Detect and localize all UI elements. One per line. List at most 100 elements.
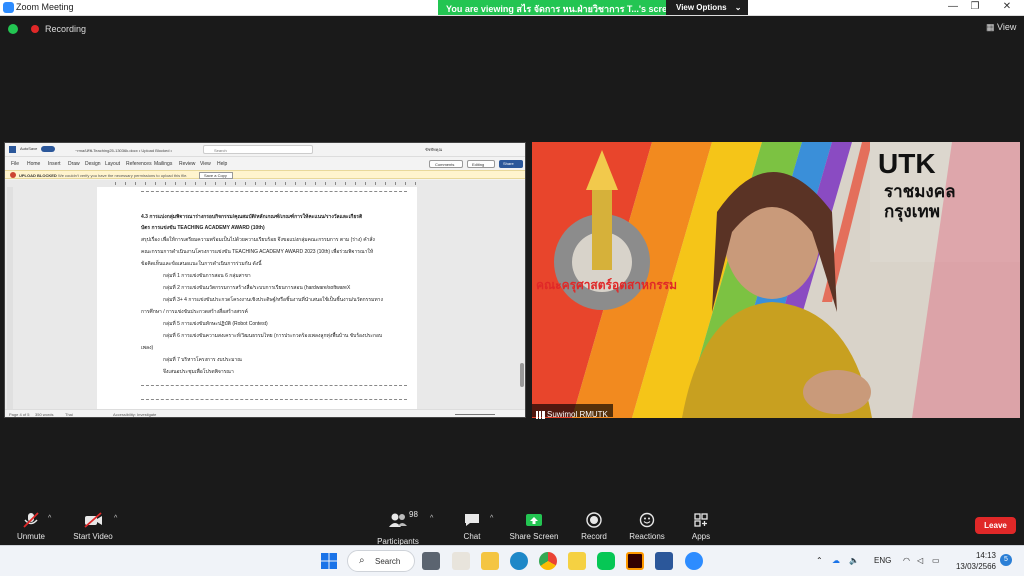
share-screen-icon (526, 514, 542, 526)
window-title: Zoom Meeting (16, 2, 74, 12)
taskbar-search-label: Search (375, 557, 401, 566)
status-words: 350 words (35, 412, 54, 417)
notification-badge[interactable]: 5 (1000, 554, 1012, 566)
close-icon[interactable]: ✕ (1000, 1, 1014, 12)
document-area: 4.3 การแบ่งกลุ่มพิจารณาร่างกรอบกิจกรรม/ค… (5, 187, 525, 411)
windows-taskbar: ⌕ Search ⌃ ☁ 🔈 ENG ◠ ◁ ▭ 14:13 13/03/256… (0, 545, 1024, 576)
ribbon-tab-file[interactable]: File (11, 161, 19, 167)
unmute-label: Unmute (16, 532, 45, 541)
editing-button[interactable]: Editing (467, 160, 495, 168)
taskbar-search[interactable]: ⌕ Search (347, 550, 415, 572)
speaker-icon[interactable]: ◁ (917, 556, 923, 565)
doc-line: บัตร การแข่งขัน TEACHING ACADEMY AWARD (… (141, 225, 265, 231)
minimize-icon[interactable]: — (946, 1, 960, 12)
language-indicator[interactable]: ENG (874, 556, 891, 565)
audio-options-caret[interactable]: ^ (48, 515, 51, 522)
participants-options-caret[interactable]: ^ (430, 515, 433, 522)
doc-line: กลุ่มที่ 5 การแข่งขันทักษะปฏิบัติ (Robot… (163, 321, 268, 327)
dashed-divider (141, 385, 407, 386)
comments-button[interactable]: Comments (429, 160, 463, 168)
error-icon (10, 172, 16, 178)
doc-line: เพลง) (141, 345, 154, 351)
viewing-text: You are viewing สไร จัดการ หน.ฝ่ายวิชากา… (446, 4, 678, 14)
doc-line: กลุ่มที่ 1 การแข่งขันการสอน 6 กลุ่มสาขา (163, 273, 251, 279)
reactions-icon (639, 512, 655, 528)
ribbon-tab-layout[interactable]: Layout (105, 161, 120, 167)
doc-line: การศึกษา / การแข่งขันประกวดสร้างสื่อสร้า… (141, 309, 248, 315)
status-accessibility[interactable]: Accessibility: Investigate (113, 412, 156, 417)
maximize-icon[interactable]: ❐ (968, 1, 982, 12)
taskbar-clock[interactable]: 14:13 13/03/2566 (952, 550, 996, 572)
save-copy-button[interactable]: Save a Copy (199, 172, 233, 179)
ribbon-tab-help[interactable]: Help (217, 161, 227, 167)
ribbon-tab-design[interactable]: Design (85, 161, 101, 167)
ribbon-tab-view[interactable]: View (200, 161, 211, 167)
document-page[interactable]: 4.3 การแบ่งกลุ่มพิจารณาร่างกรอบกิจกรรม/ค… (97, 187, 417, 411)
autosave-label: AutoSave (20, 146, 38, 151)
apps-button[interactable]: Apps (666, 512, 736, 541)
document-scrollbar[interactable] (520, 363, 524, 387)
apps-icon (694, 513, 708, 527)
chevron-up-icon[interactable]: ⌃ (816, 556, 823, 565)
doc-line: คณะกรรมการดำเนินงานโครงการแข่งขัน TEACHI… (141, 249, 374, 255)
file-explorer-icon[interactable] (481, 552, 499, 570)
start-video-button[interactable]: Start Video (58, 512, 128, 541)
apps-label: Apps (691, 532, 711, 541)
security-shield-icon[interactable] (8, 24, 18, 34)
zoom-app-icon (3, 2, 14, 13)
word-title-bar: AutoSave ~rma/เทพ-Teaching25-13036k.docx… (5, 143, 525, 157)
rmutk-logo-text: UTK (878, 148, 936, 179)
chrome-icon[interactable] (539, 552, 557, 570)
doc-line: กลุ่มที่ 3+ 4 การแข่งขันประกวดโครงงานเชิ… (163, 297, 383, 303)
video-options-caret[interactable]: ^ (114, 515, 117, 522)
view-button[interactable]: ▦ View (986, 22, 1016, 33)
onedrive-icon[interactable]: ☁ (832, 556, 840, 565)
ribbon-tab-review[interactable]: Review (179, 161, 195, 167)
ribbon-tab-references[interactable]: References (126, 161, 152, 167)
line-icon[interactable] (597, 552, 615, 570)
status-language: Thai (65, 412, 73, 417)
autosave-toggle[interactable] (41, 146, 55, 152)
volume-icon[interactable]: 🔈 (849, 556, 859, 565)
chat-options-caret[interactable]: ^ (490, 515, 493, 522)
participant-video[interactable]: UTK ราชมงคล กรุงเทพ คณะครุศาสตร์อุตสาหกร… (532, 142, 1020, 418)
grid-icon: ▦ (986, 22, 998, 32)
start-video-label: Start Video (73, 532, 113, 541)
battery-icon[interactable]: ▭ (932, 556, 940, 565)
leave-button[interactable]: Leave (975, 517, 1016, 534)
word-share-button[interactable]: Share (499, 160, 523, 168)
doc-line: สรุปเรื่อง เพื่อให้การเตรียมความพร้อมเป็… (141, 237, 375, 243)
participants-button[interactable]: 98 Participants (363, 510, 433, 546)
ribbon-tab-draw[interactable]: Draw (68, 161, 80, 167)
windows-start-icon[interactable] (321, 553, 337, 569)
sticky-notes-icon[interactable] (568, 552, 586, 570)
illustrator-icon[interactable] (626, 552, 644, 570)
unmute-button[interactable]: Unmute (0, 512, 66, 541)
task-view-icon[interactable] (422, 552, 440, 570)
edge-icon[interactable] (510, 552, 528, 570)
word-search-input[interactable]: Search (203, 145, 313, 154)
ribbon-tab-insert[interactable]: Insert (48, 161, 61, 167)
widgets-icon[interactable] (452, 552, 470, 570)
doc-line: กลุ่มที่ 2 การแข่งขันนวัตกรรมการสร้างสื่… (163, 285, 351, 291)
shared-screen[interactable]: AutoSave ~rma/เทพ-Teaching25-13036k.docx… (4, 142, 526, 418)
upload-blocked-message: We couldn't verify you have the necessar… (58, 173, 188, 178)
view-options-button[interactable]: View Options ⌄ (666, 0, 748, 15)
ribbon-tab-home[interactable]: Home (27, 161, 40, 167)
ribbon-tab-mailings[interactable]: Mailings (154, 161, 172, 167)
horizontal-ruler (5, 180, 525, 187)
zoom-taskbar-icon[interactable] (685, 552, 703, 570)
recording-icon (31, 25, 39, 33)
chat-icon (465, 514, 479, 526)
participant-name: Suwimol RMUTK (547, 410, 608, 420)
view-label: View (997, 22, 1017, 32)
doc-line: 4.3 การแบ่งกลุ่มพิจารณาร่างกรอบกิจกรรม/ค… (141, 214, 363, 220)
zoom-slider[interactable] (455, 414, 495, 415)
wifi-icon[interactable]: ◠ (903, 556, 910, 565)
chat-label: Chat (463, 532, 481, 541)
chat-button[interactable]: Chat (437, 512, 507, 541)
chevron-down-icon: ⌄ (734, 3, 742, 12)
doc-line: กลุ่มที่ 7 บริหารโครงการ งบประมาณ (163, 357, 242, 363)
participant-name-tag: Suwimol RMUTK (532, 404, 613, 420)
word-taskbar-icon[interactable] (655, 552, 673, 570)
